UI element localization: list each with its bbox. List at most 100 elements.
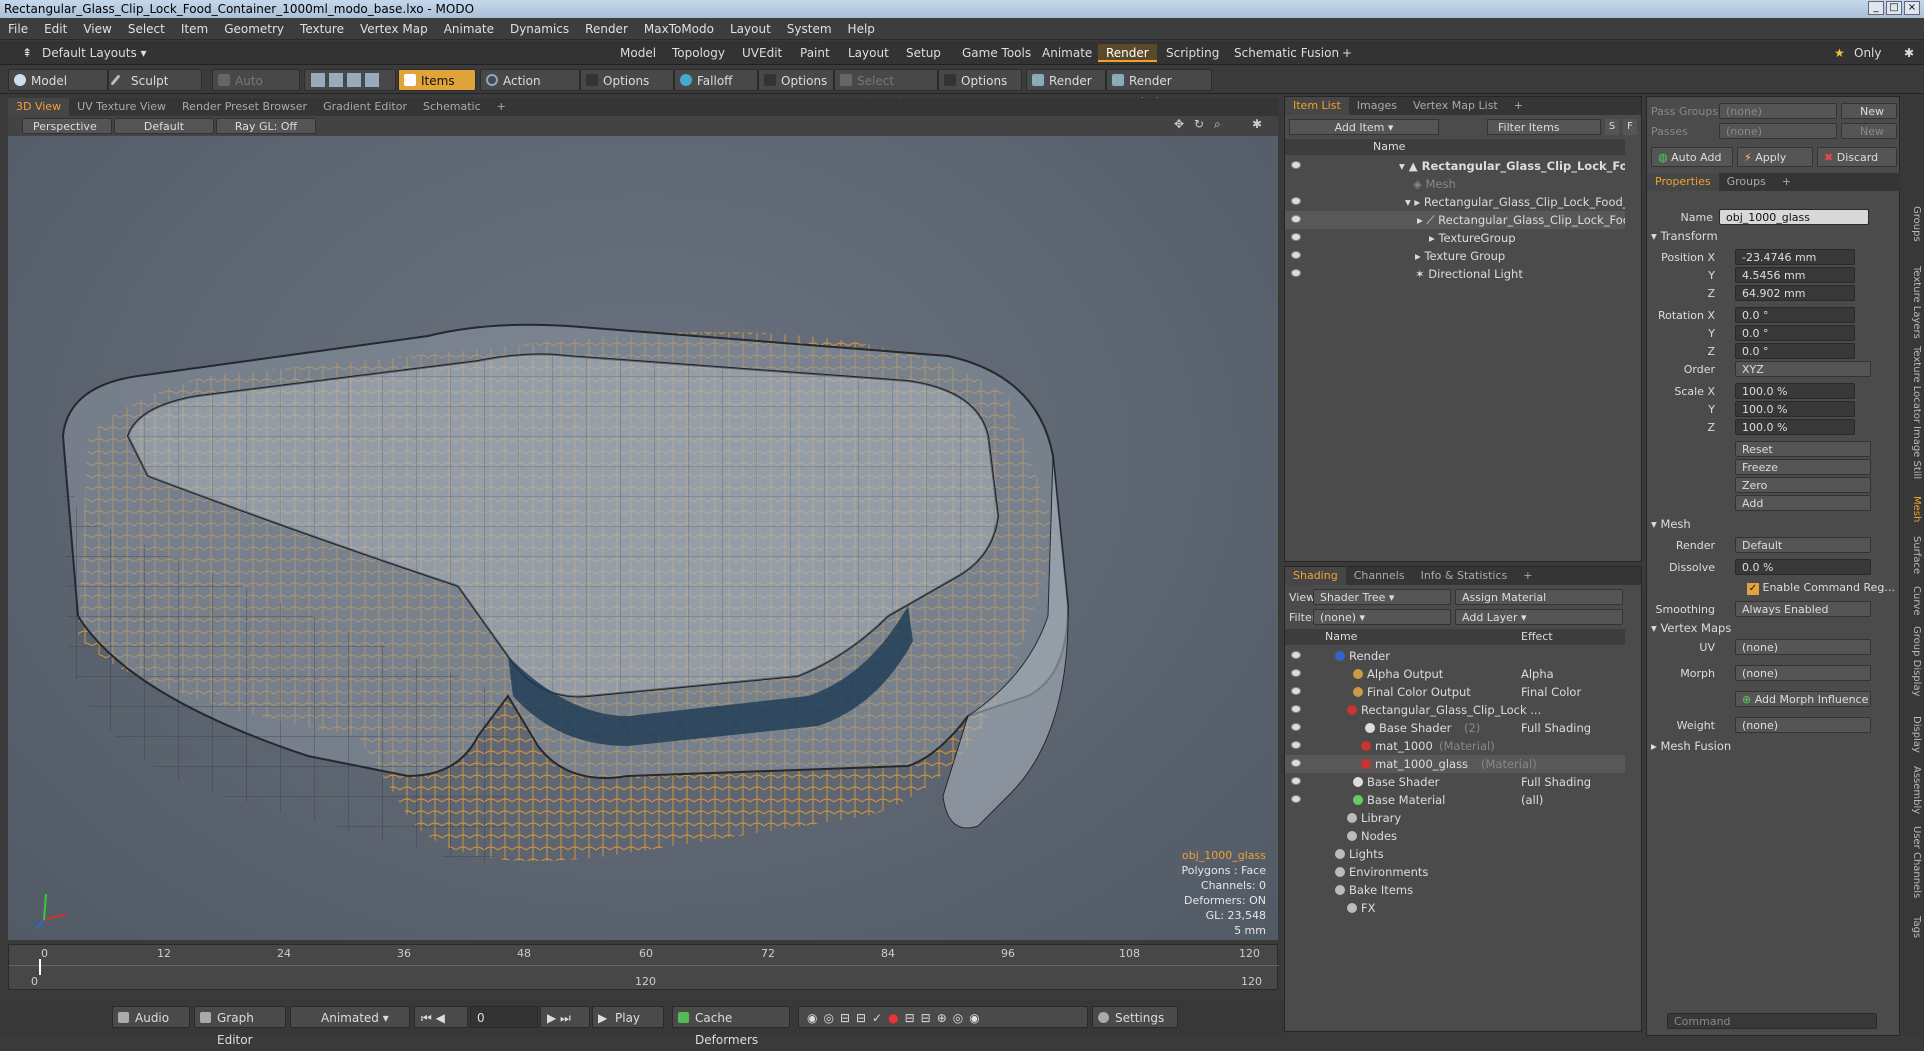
gear-icon[interactable]: ✱	[1896, 44, 1922, 62]
menu-layout[interactable]: Layout	[722, 18, 779, 40]
play-button[interactable]: ▶ Play	[592, 1006, 664, 1028]
default-layouts-dropdown[interactable]: Default Layouts ▾	[34, 44, 155, 62]
visibility-eye-icon[interactable]	[1291, 795, 1301, 803]
visibility-eye-icon[interactable]	[1291, 161, 1301, 169]
visibility-eye-icon[interactable]	[1291, 687, 1301, 695]
shader-row[interactable]: Library	[1285, 809, 1625, 827]
visibility-eye-icon[interactable]	[1291, 269, 1301, 277]
tab-properties[interactable]: Properties	[1647, 173, 1719, 191]
tab-vertex-map-list[interactable]: Vertex Map List	[1405, 97, 1506, 115]
add-layer-dropdown[interactable]: Add Layer ▾	[1455, 609, 1623, 625]
maximize-button[interactable]: □	[1886, 1, 1902, 15]
shader-row-effect[interactable]: Final Color	[1521, 683, 1581, 701]
shader-row-effect[interactable]: (all)	[1521, 791, 1543, 809]
tab-groups[interactable]: Groups	[1719, 173, 1774, 191]
position-z-field[interactable]: 64.902 mm	[1735, 285, 1855, 301]
auto-add-button[interactable]: ◍ Auto Add	[1651, 147, 1733, 167]
move-view-icon[interactable]: ✥	[1174, 117, 1184, 131]
menu-geometry[interactable]: Geometry	[216, 18, 292, 40]
model-button[interactable]: Model F2	[8, 69, 108, 110]
item-name-field[interactable]: obj_1000_glass	[1719, 209, 1869, 225]
zero-dropdown[interactable]: Zero	[1735, 477, 1871, 493]
close-button[interactable]: ×	[1904, 1, 1920, 15]
falloff-button[interactable]: Falloff	[674, 69, 758, 91]
menu-edit[interactable]: Edit	[36, 18, 75, 40]
key-tools-group[interactable]: ◉◎⊟⊟✓●⊟⊟⊕◎◉	[798, 1006, 1088, 1028]
weight-dropdown[interactable]: (none)	[1735, 717, 1871, 733]
tab-model[interactable]: Model	[612, 44, 664, 62]
side-tab-texture-layers[interactable]: Texture Layers	[1906, 266, 1922, 339]
order-dropdown[interactable]: XYZ	[1735, 361, 1871, 377]
visibility-eye-icon[interactable]	[1291, 233, 1301, 241]
viewport-settings-icon[interactable]: ✱	[1252, 117, 1262, 131]
uv-dropdown[interactable]: (none)	[1735, 639, 1871, 655]
add-item-dropdown[interactable]: Add Item ▾	[1289, 119, 1439, 135]
side-tab-image-still[interactable]: Image Still	[1906, 426, 1922, 479]
visibility-eye-icon[interactable]	[1291, 669, 1301, 677]
tab-schematic-fusion[interactable]: Schematic Fusion	[1226, 44, 1347, 62]
enable-command-checkbox[interactable]: ✓ Enable Command Reg...	[1747, 581, 1895, 595]
add-panel-tab[interactable]: +	[1515, 567, 1540, 585]
shading-style-dropdown[interactable]: Default	[114, 118, 214, 134]
tab-item-list[interactable]: Item List	[1285, 97, 1349, 115]
shader-row[interactable]: Environments	[1285, 863, 1625, 881]
shader-row[interactable]: Nodes	[1285, 827, 1625, 845]
tab-3d-view[interactable]: 3D View	[8, 98, 70, 116]
sculpt-button[interactable]: Sculpt	[108, 69, 202, 91]
shader-row-effect[interactable]: Full Shading	[1521, 719, 1591, 737]
side-tab-assembly[interactable]: Assembly	[1906, 766, 1922, 814]
passes-dropdown[interactable]: (none)	[1719, 123, 1837, 139]
position-y-field[interactable]: 4.5456 mm	[1735, 267, 1855, 283]
visibility-eye-icon[interactable]	[1291, 777, 1301, 785]
visibility-eye-icon[interactable]	[1291, 723, 1301, 731]
visibility-eye-icon[interactable]	[1291, 215, 1301, 223]
scale-x-field[interactable]: 100.0 %	[1735, 383, 1855, 399]
perspective-dropdown[interactable]: Perspective	[22, 118, 112, 134]
render-button[interactable]: Render F9	[1026, 69, 1106, 110]
menu-vertex-map[interactable]: Vertex Map	[352, 18, 436, 40]
cache-deformers-button[interactable]: Cache Deformers	[672, 1006, 790, 1047]
material-mode-icon[interactable]	[365, 73, 379, 87]
action-center-options-button[interactable]: Options	[580, 69, 674, 91]
render-window-button[interactable]: Render Window	[1106, 69, 1212, 110]
tab-layout[interactable]: Layout	[840, 44, 897, 62]
side-tab-texture-locator[interactable]: Texture Locator	[1906, 346, 1922, 423]
menu-animate[interactable]: Animate	[436, 18, 502, 40]
visibility-eye-icon[interactable]	[1291, 741, 1301, 749]
settings-button[interactable]: Settings	[1092, 1006, 1178, 1028]
reset-dropdown[interactable]: Reset	[1735, 441, 1871, 457]
assign-material-dropdown[interactable]: Assign Material	[1455, 589, 1623, 605]
menu-view[interactable]: View	[75, 18, 119, 40]
tab-animate[interactable]: Animate	[1034, 44, 1100, 62]
items-mode-button[interactable]: Items	[398, 69, 476, 91]
tab-render[interactable]: Render	[1098, 44, 1157, 62]
rotate-view-icon[interactable]: ↻	[1194, 117, 1204, 131]
tab-uv-texture-view[interactable]: UV Texture View	[69, 98, 174, 116]
side-tab-user-channels[interactable]: User Channels	[1906, 826, 1922, 898]
filter-s-button[interactable]: S	[1605, 119, 1619, 135]
select-mode-group[interactable]	[304, 69, 396, 91]
pass-groups-dropdown[interactable]: (none)	[1719, 103, 1837, 119]
side-tab-display[interactable]: Display	[1906, 716, 1922, 753]
scale-z-field[interactable]: 100.0 %	[1735, 419, 1855, 435]
playhead[interactable]	[39, 959, 41, 975]
animated-dropdown[interactable]: Animated ▾	[290, 1006, 410, 1028]
add-props-tab[interactable]: +	[1774, 173, 1799, 191]
action-center-button[interactable]: Action Center	[480, 69, 580, 110]
visibility-eye-icon[interactable]	[1291, 759, 1301, 767]
menu-system[interactable]: System	[779, 18, 840, 40]
side-tab-curve[interactable]: Curve	[1906, 586, 1922, 616]
dissolve-field[interactable]: 0.0 %	[1735, 559, 1871, 575]
shader-row[interactable]: mat_1000_glass (Material)	[1285, 755, 1625, 773]
tab-images[interactable]: Images	[1349, 97, 1405, 115]
tab-render-preset-browser[interactable]: Render Preset Browser	[174, 98, 315, 116]
vertex-mode-icon[interactable]	[311, 73, 325, 87]
menu-help[interactable]: Help	[840, 18, 883, 40]
add-panel-tab[interactable]: +	[1506, 97, 1531, 115]
shader-row[interactable]: Render	[1285, 647, 1625, 665]
menu-file[interactable]: File	[0, 18, 36, 40]
discard-button[interactable]: ✖ Discard	[1817, 147, 1897, 167]
shader-tree-dropdown[interactable]: Shader Tree ▾	[1313, 589, 1451, 605]
menu-texture[interactable]: Texture	[292, 18, 352, 40]
list-item[interactable]: ▸ TextureGroup	[1285, 229, 1625, 247]
